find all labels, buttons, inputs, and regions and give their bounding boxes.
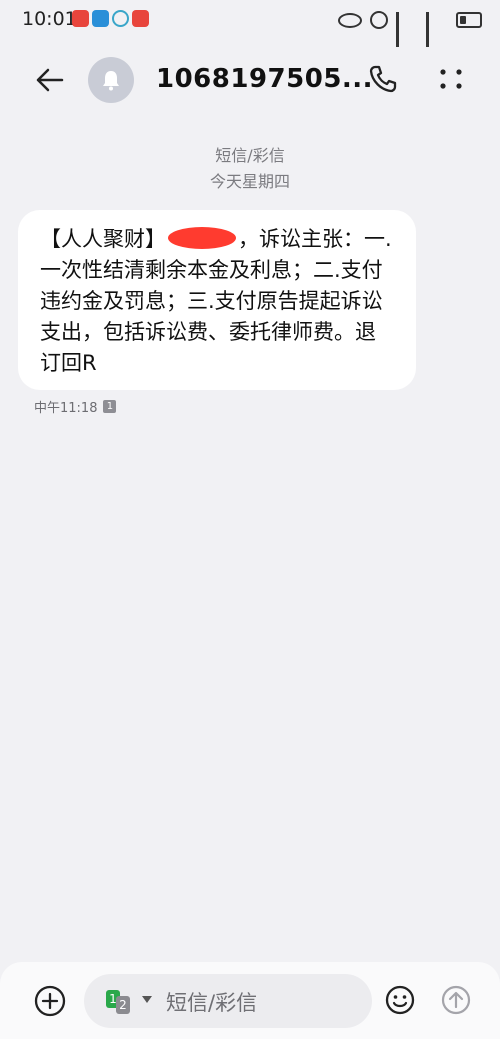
contact-title: 1068197505...: [156, 64, 374, 94]
status-time: 10:01: [22, 8, 77, 30]
input-placeholder: 短信/彩信: [166, 991, 258, 1015]
eye-icon: [338, 12, 362, 28]
app-notification-icon: [72, 10, 89, 27]
more-icon[interactable]: [434, 62, 468, 96]
app-notification-icon: [132, 10, 149, 27]
conversation-header: 1068197505...: [0, 40, 500, 120]
signal-icon: [396, 12, 418, 47]
message-bubble[interactable]: 【人人聚财】 ，诉讼主张：一.一次性结清剩余本金及利息；二.支付违约金及罚息；三.…: [18, 210, 416, 390]
sim-switch[interactable]: 1 2: [106, 990, 138, 1014]
app-notification-icon: [112, 10, 129, 27]
date-label: 今天星期四: [209, 172, 290, 191]
back-arrow-icon[interactable]: [32, 62, 68, 98]
avatar[interactable]: [88, 57, 134, 103]
alarm-icon: [370, 11, 388, 29]
message-input[interactable]: 1 2 短信/彩信: [84, 974, 372, 1028]
message-text-start: 【人人聚财】: [40, 227, 166, 251]
message-type-label: 短信/彩信: [215, 146, 285, 165]
plus-icon[interactable]: [33, 984, 67, 1018]
emoji-icon[interactable]: [384, 984, 416, 1016]
sim2-icon: 2: [116, 996, 130, 1014]
message-time: 中午11:18: [34, 401, 98, 416]
app-notification-icon: [92, 10, 109, 27]
chevron-down-icon[interactable]: [142, 996, 152, 1003]
redaction-mark: [168, 227, 236, 249]
sim-badge: 1: [103, 400, 117, 413]
send-icon[interactable]: [440, 984, 472, 1016]
bell-icon: [103, 71, 119, 91]
input-bar: 1 2 短信/彩信: [0, 962, 500, 1039]
message-timestamp: 中午11:18 1: [34, 397, 117, 416]
phone-icon[interactable]: [366, 62, 400, 96]
signal-icon: [426, 12, 448, 47]
battery-icon: [456, 12, 482, 28]
status-bar: 10:01: [0, 0, 500, 47]
system-icons: [338, 10, 482, 47]
